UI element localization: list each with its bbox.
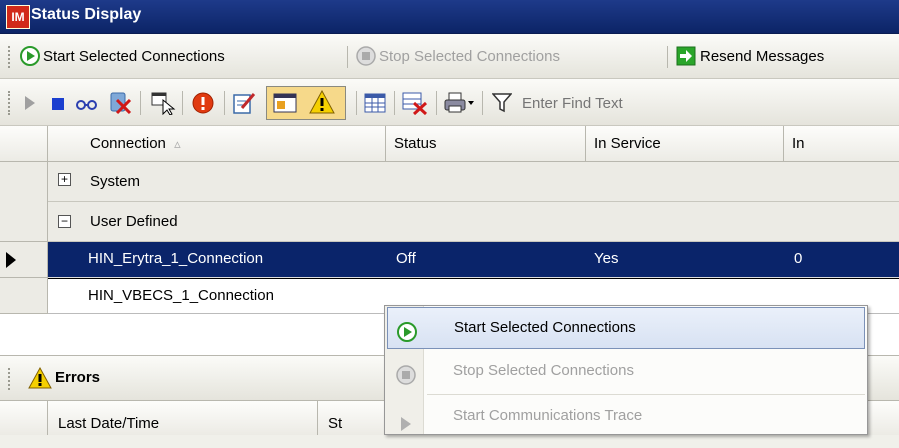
cell-status: Off [396,250,416,267]
toolbar-separator [667,46,668,68]
sort-ascending-icon: ▵ [174,136,181,151]
toolbar-separator [140,91,141,115]
context-menu: Start Selected Connections Stop Selected… [384,305,868,435]
cell-in: 0 [794,250,803,267]
column-header-connection[interactable]: Connection ▵ [48,126,386,162]
toolbar-separator [224,91,225,115]
menu-item-start-selected-connections[interactable]: Start Selected Connections [387,307,865,349]
toolbar-separator [482,91,483,115]
delete-icon[interactable] [108,91,132,119]
row-header[interactable] [0,242,48,278]
cell-connection: HIN_VBECS_1_Connection [88,287,274,304]
current-row-indicator-icon [6,252,16,268]
column-header-label: In Service [594,135,661,152]
connections-toolbar: Start Selected Connections Stop Selected… [0,34,899,79]
toolbar-separator [356,91,357,115]
column-header-last-date-time[interactable]: Last Date/Time [48,401,318,435]
app-logo-icon: IM [6,5,30,29]
toolbar-separator [182,91,183,115]
column-header-in[interactable]: In [784,126,899,162]
find-text-input[interactable] [520,88,880,118]
warning-icon [28,366,52,393]
menu-item-label: Stop Selected Connections [453,362,634,379]
menu-item-label: Start Selected Connections [454,319,636,336]
menu-item-label: Start Communications Trace [453,407,643,424]
column-header-label: St [328,415,343,432]
stop-selected-connections-button[interactable]: Stop Selected Connections [356,34,560,78]
column-header-label: In [792,135,805,152]
play-icon[interactable] [24,95,36,115]
stop-icon [356,46,376,66]
column-header-label: Status [394,135,437,152]
collapse-icon[interactable]: − [58,215,71,228]
errors-title: Errors [55,369,101,386]
start-selected-label: Start Selected Connections [43,47,225,65]
group-row-user-defined[interactable]: − User Defined [48,202,899,242]
column-header-status[interactable]: St [318,401,388,435]
properties-icon[interactable] [272,91,300,119]
print-icon[interactable] [444,92,476,118]
column-header-label: Connection [90,135,166,152]
toolbar-separator [436,91,437,115]
group-label: System [90,173,141,190]
table-row[interactable]: HIN_Erytra_1_Connection Off Yes 0 [48,242,899,278]
column-header-label: Last Date/Time [58,415,160,432]
play-icon [400,408,412,448]
row-header[interactable] [0,278,48,314]
grid-icon[interactable] [364,93,386,117]
column-header-in-service[interactable]: In Service [586,126,784,162]
toolbar-grip[interactable] [8,368,13,390]
row-header-corner [0,126,48,162]
toolbar-separator [347,46,348,68]
column-header-status[interactable]: Status [386,126,586,162]
cell-connection: HIN_Erytra_1_Connection [88,250,264,267]
menu-item-start-communications-trace[interactable]: Start Communications Trace [387,396,865,438]
stop-selected-label: Stop Selected Connections [379,47,560,65]
window-title: Status Display [31,6,142,23]
resend-messages-label: Resend Messages [700,47,825,65]
stop-square-icon[interactable] [52,97,64,114]
stop-icon [396,361,416,401]
menu-separator [427,394,865,395]
expand-icon[interactable]: + [58,173,71,186]
group-row-system[interactable]: + System [48,162,899,202]
row-header-corner [0,401,48,435]
row-header[interactable] [0,162,48,242]
error-icon[interactable] [192,92,214,118]
resend-arrow-icon [676,46,696,66]
toolbar-separator [394,91,395,115]
toolbar-grip[interactable] [8,46,13,68]
start-selected-connections-button[interactable]: Start Selected Connections [20,34,225,78]
filter-icon[interactable] [491,93,513,117]
binoculars-icon[interactable] [76,97,98,114]
menu-item-stop-selected-connections[interactable]: Stop Selected Connections [387,351,865,393]
warning-icon[interactable] [309,89,335,118]
actions-toolbar [0,79,899,126]
toolbar-grip[interactable] [8,91,13,115]
start-icon [20,46,40,66]
title-bar: IM Status Display [0,0,899,34]
edit-icon[interactable] [232,91,256,119]
group-label: User Defined [90,213,178,230]
cell-in-service: Yes [594,250,619,267]
remove-grid-icon[interactable] [402,91,428,119]
select-window-icon[interactable] [150,91,176,119]
resend-messages-button[interactable]: Resend Messages [676,34,824,78]
